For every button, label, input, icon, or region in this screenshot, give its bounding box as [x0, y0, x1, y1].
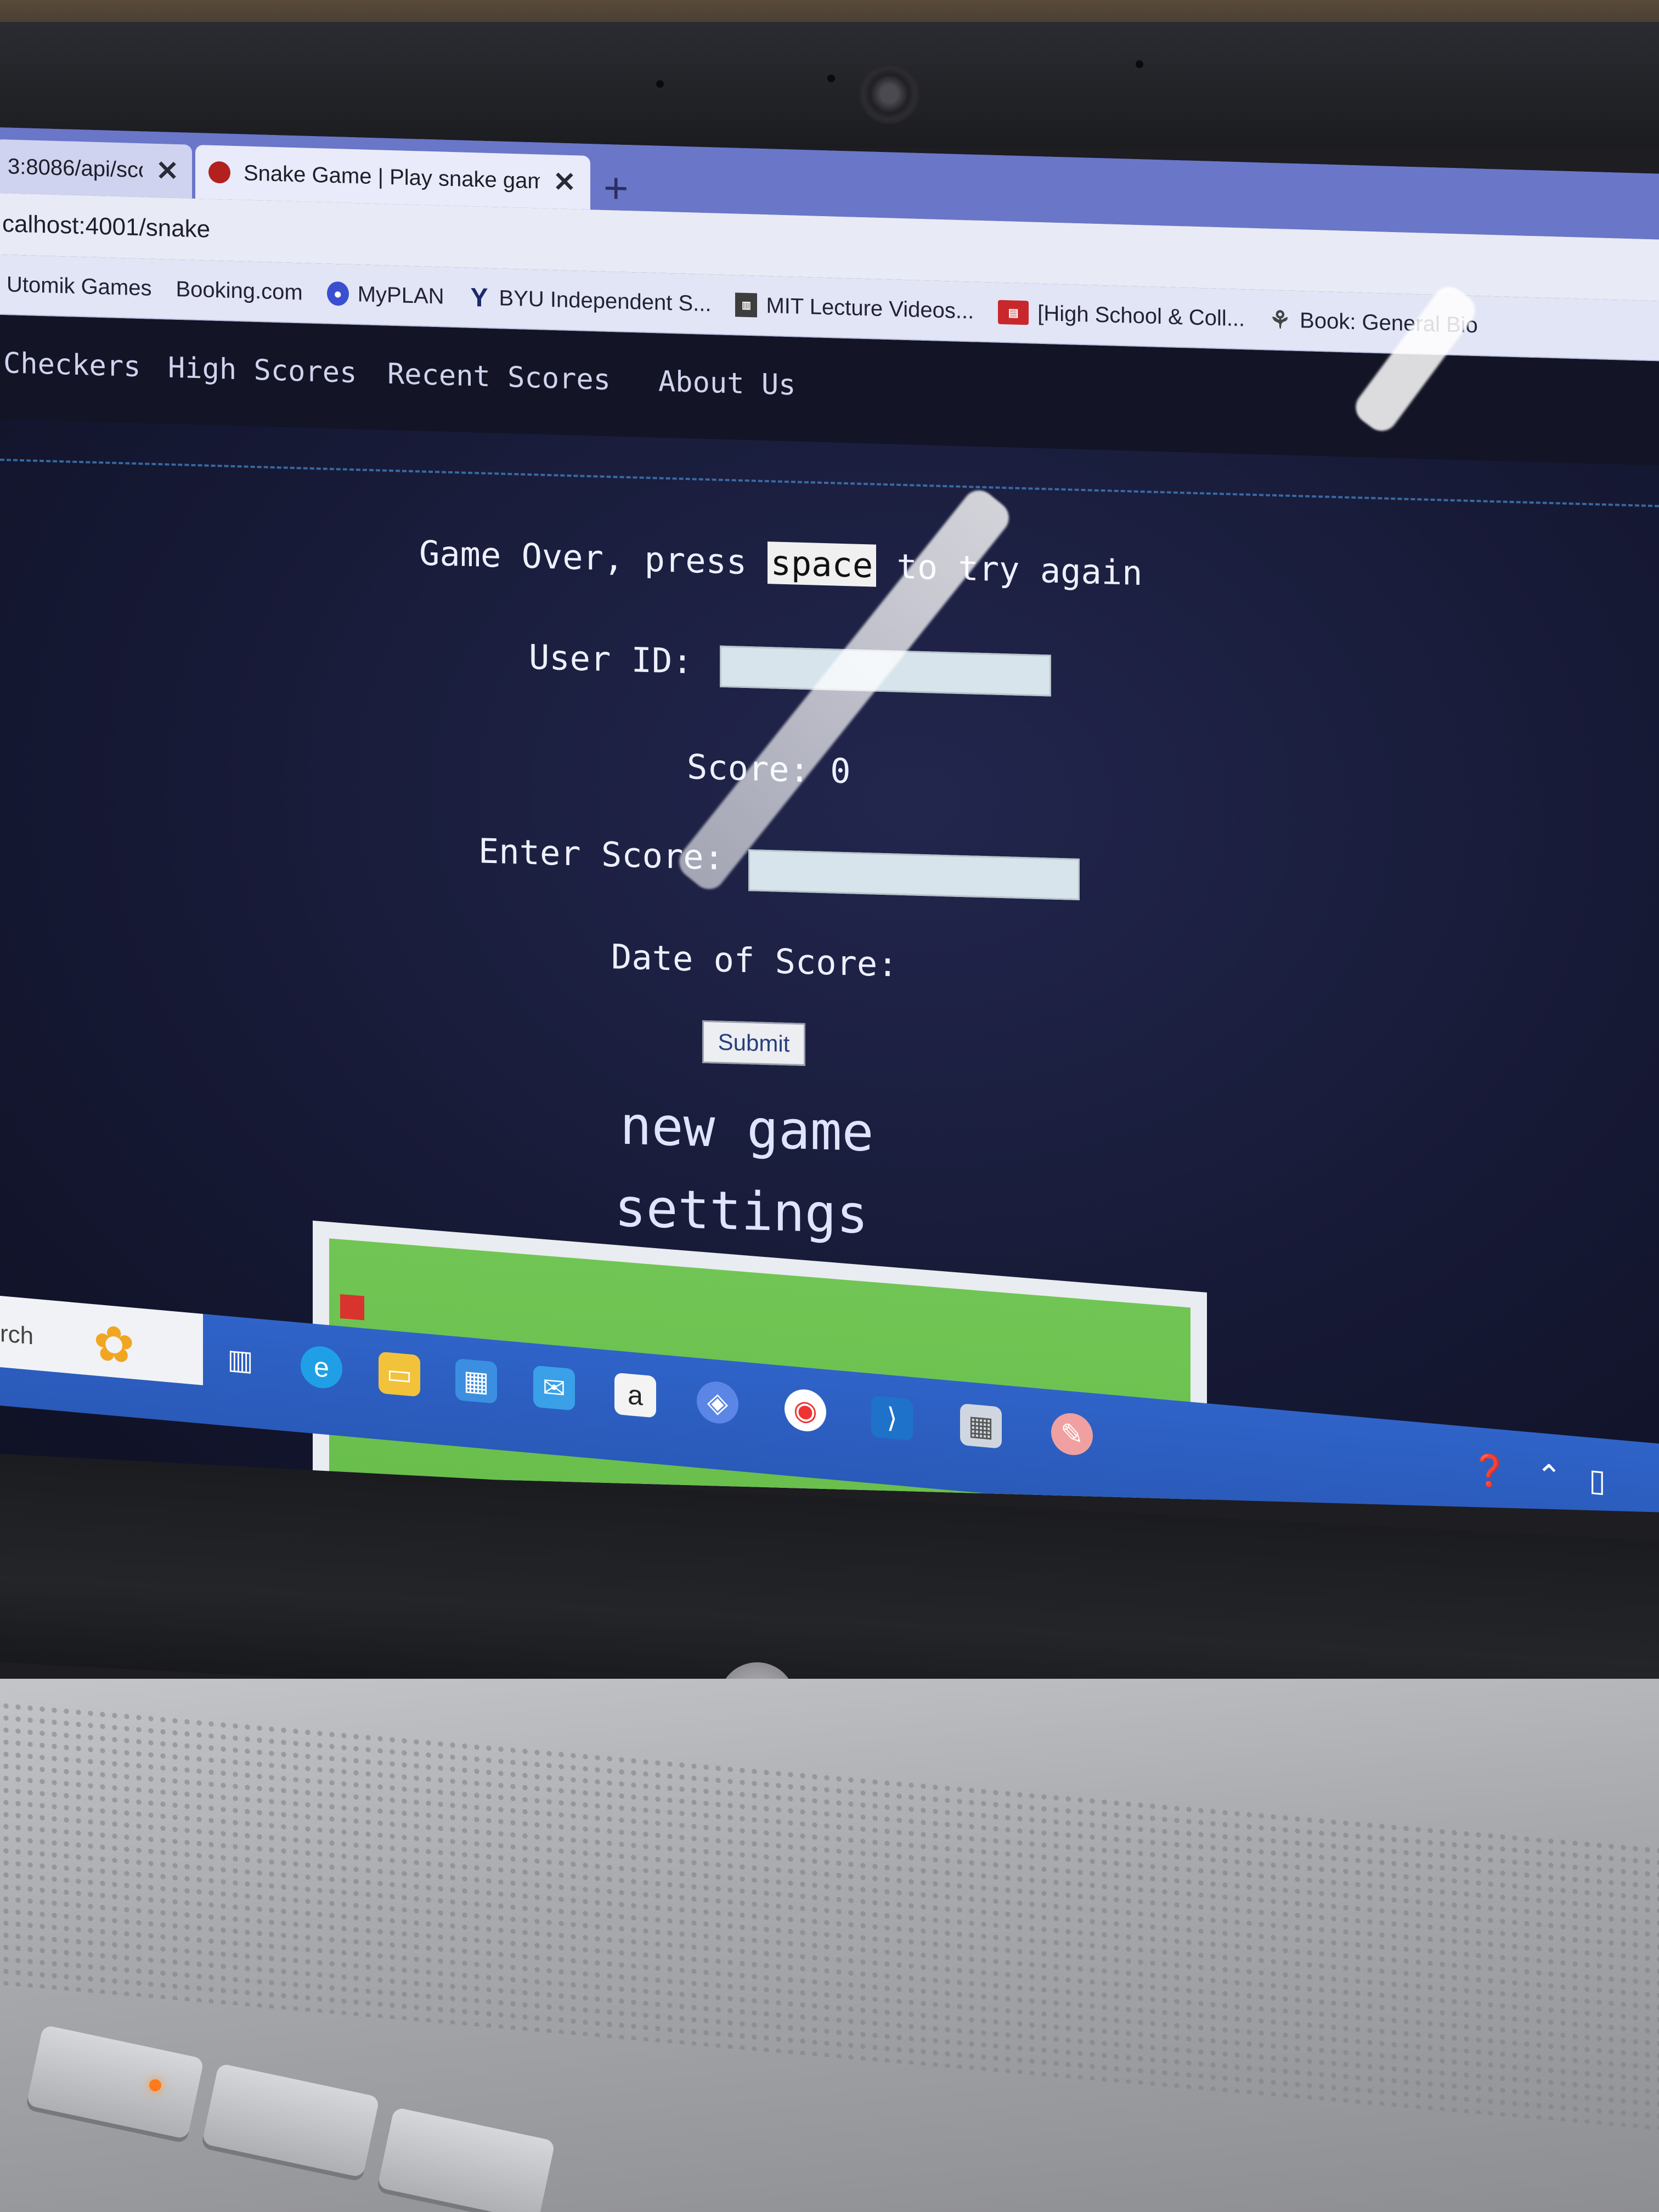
- store-icon[interactable]: ▦: [455, 1358, 497, 1404]
- tab-api-score[interactable]: 3:8086/api/score/s ✕: [0, 139, 192, 199]
- mute-led: [149, 2079, 161, 2091]
- file-explorer-icon[interactable]: ▭: [379, 1351, 420, 1397]
- chevron-up-icon[interactable]: ⌃: [1536, 1457, 1562, 1495]
- bookmark-mit[interactable]: ▥ MIT Lecture Videos...: [735, 292, 974, 324]
- help-icon[interactable]: ❓: [1470, 1451, 1509, 1491]
- bookmark-myplan[interactable]: ● MyPLAN: [326, 281, 444, 309]
- vscode-icon[interactable]: ⟩: [871, 1395, 913, 1441]
- user-id-label: User ID:: [529, 636, 693, 682]
- nav-high-scores[interactable]: High Scores: [168, 352, 357, 390]
- laptop-top-bezel: [0, 22, 1659, 148]
- bookmark-utomik[interactable]: Utomik Games: [0, 272, 152, 465]
- tab-label: Snake Game | Play snake game ir: [244, 160, 540, 194]
- address-url: calhost:4001/snake: [2, 210, 211, 243]
- new-tab-button[interactable]: +: [603, 163, 629, 213]
- settings-link[interactable]: settings: [614, 1177, 868, 1245]
- bookmark-label: MyPLAN: [357, 281, 444, 309]
- date-of-score-label: Date of Score:: [611, 936, 898, 985]
- bookmark-high-school[interactable]: ▤ [High School & Coll...: [998, 300, 1245, 331]
- edge-browser-icon[interactable]: e: [301, 1344, 342, 1390]
- task-view-icon[interactable]: ▥: [219, 1338, 261, 1383]
- bookmark-label: Utomik Games: [7, 272, 152, 301]
- nav-about-us[interactable]: About Us: [658, 365, 795, 402]
- space-key-highlight: space: [767, 541, 877, 587]
- sensor-dot: [1136, 60, 1143, 68]
- amazon-icon[interactable]: a: [614, 1372, 656, 1418]
- helix-icon: ⚘: [1269, 306, 1291, 334]
- nav-checkers[interactable]: Checkers: [3, 347, 140, 383]
- nav-recent-scores[interactable]: Recent Scores: [387, 358, 611, 397]
- bookmark-label: Booking.com: [176, 276, 303, 304]
- edu-icon: ▤: [998, 300, 1029, 325]
- close-tab-icon[interactable]: ✕: [156, 155, 179, 187]
- mail-icon[interactable]: ✉: [533, 1365, 575, 1411]
- enter-score-input[interactable]: [748, 849, 1080, 900]
- bookmark-booking[interactable]: Booking.com: [0, 276, 303, 465]
- sensor-dot: [827, 75, 835, 82]
- myplan-icon: ●: [326, 281, 349, 306]
- dashed-divider: [0, 459, 1659, 507]
- webcam: [859, 64, 919, 124]
- game-over-text: Game Over, press: [419, 533, 768, 583]
- app-icon[interactable]: ▦: [960, 1403, 1002, 1449]
- bookmark-label: [High School & Coll...: [1037, 301, 1245, 331]
- mit-icon: ▥: [735, 292, 758, 318]
- chrome-icon[interactable]: ◉: [785, 1387, 826, 1434]
- laptop-screen: 3:8086/api/score/s ✕ Snake Game | Play s…: [0, 127, 1659, 1513]
- sensor-dot: [656, 80, 664, 88]
- new-game-link[interactable]: new game: [620, 1095, 873, 1164]
- app-icon[interactable]: ✎: [1051, 1411, 1093, 1457]
- search-text: rch: [0, 1320, 34, 1350]
- snake-favicon-icon: [208, 161, 230, 184]
- cortana-icon[interactable]: ◈: [697, 1380, 738, 1425]
- bookmark-label: BYU Independent S...: [499, 285, 712, 316]
- close-tab-icon[interactable]: ✕: [553, 166, 576, 198]
- submit-button[interactable]: Submit: [702, 1020, 805, 1066]
- tab-label: 3:8086/api/score/s: [8, 154, 143, 183]
- snake-food: [340, 1294, 364, 1321]
- flower-decoration-icon: ✿: [93, 1316, 135, 1374]
- byu-icon: Y: [470, 283, 488, 313]
- game-over-message: Game Over, press space to try again: [419, 533, 1142, 593]
- device-icon[interactable]: ▯: [1589, 1462, 1606, 1499]
- bookmark-label: MIT Lecture Videos...: [766, 293, 974, 324]
- bookmark-byu[interactable]: Y BYU Independent S...: [469, 283, 712, 316]
